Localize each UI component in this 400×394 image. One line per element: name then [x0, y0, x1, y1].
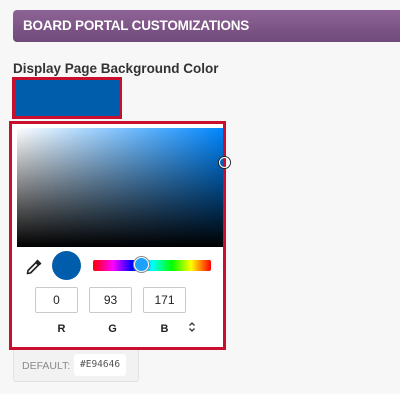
field-label: Display Page Background Color [13, 61, 219, 76]
default-label: DEFAULT: [22, 360, 71, 372]
saturation-value-area[interactable] [17, 128, 230, 247]
red-label: R [57, 323, 66, 335]
green-label: G [108, 323, 117, 335]
color-swatch-button[interactable] [12, 77, 122, 119]
color-picker-panel: 0 93 171 R G B [9, 121, 230, 350]
hue-slider[interactable] [93, 260, 211, 271]
default-color-box: DEFAULT: #E94646 [13, 350, 139, 382]
default-color-value[interactable]: #E94646 [74, 354, 127, 376]
red-input[interactable]: 0 [35, 287, 78, 313]
hue-slider-thumb[interactable] [134, 257, 149, 272]
blue-input[interactable]: 171 [143, 287, 186, 313]
updown-chevron-icon[interactable] [186, 320, 198, 334]
saturation-value-handle[interactable] [219, 157, 230, 168]
green-input[interactable]: 93 [89, 287, 132, 313]
eyedropper-icon[interactable] [25, 258, 43, 276]
color-preview-circle [52, 251, 81, 280]
section-header: BOARD PORTAL CUSTOMIZATIONS [13, 10, 400, 42]
blue-label: B [160, 323, 169, 335]
